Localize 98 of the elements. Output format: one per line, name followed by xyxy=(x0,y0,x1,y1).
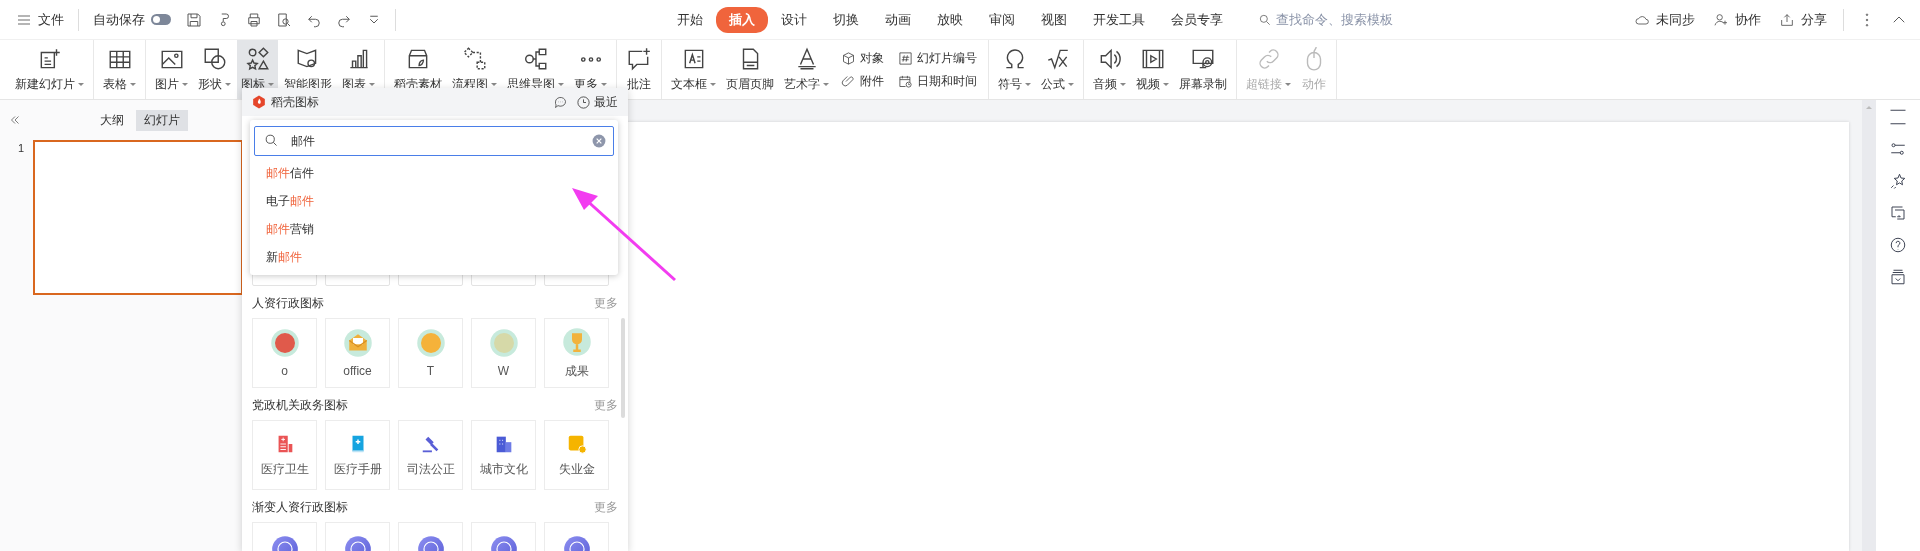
search-icon xyxy=(264,133,279,148)
side-tool-button[interactable] xyxy=(1889,268,1907,286)
circle-icon xyxy=(488,328,519,358)
pane-tab[interactable]: 大纲 xyxy=(92,109,132,131)
lines-icon xyxy=(1889,108,1907,126)
suggestion-item[interactable]: 电子邮件 xyxy=(254,187,614,215)
clear-button[interactable] xyxy=(592,134,606,148)
ribbon-tab[interactable]: 审阅 xyxy=(976,6,1028,33)
file-menu-button[interactable]: 文件 xyxy=(14,8,66,31)
account-action[interactable]: 分享 xyxy=(1777,8,1829,31)
icon-card[interactable]: 司法公正 xyxy=(398,420,463,490)
side-tool-button[interactable] xyxy=(1889,108,1907,126)
pane-tab[interactable]: 幻灯片 xyxy=(136,109,188,131)
chat-bubble-icon xyxy=(553,94,568,110)
print-preview-icon[interactable] xyxy=(275,10,293,29)
icon-card[interactable]: 失业金 xyxy=(544,420,609,490)
icon-card[interactable]: 医疗手册 xyxy=(325,420,390,490)
ribbon-tab[interactable]: 切换 xyxy=(820,6,872,33)
account-action[interactable]: 未同步 xyxy=(1632,8,1697,31)
cube-icon xyxy=(841,50,856,66)
icon-card[interactable]: T xyxy=(398,318,463,388)
side-tool-button[interactable] xyxy=(1889,172,1907,190)
flame-logo-icon xyxy=(252,95,266,109)
ribbon-button[interactable]: 公式 xyxy=(1037,40,1078,99)
icon-card[interactable]: 城市文化 xyxy=(471,420,536,490)
ribbon-button[interactable]: 符号 xyxy=(994,40,1035,99)
clear-icon xyxy=(592,134,606,148)
slide-number: 1 xyxy=(18,141,26,154)
icon-search-field[interactable]: 邮件 xyxy=(254,126,614,156)
envelope-icon xyxy=(342,328,373,358)
scrollbar[interactable] xyxy=(1862,100,1876,551)
print-icon[interactable] xyxy=(245,10,263,29)
suggestion-item[interactable]: 邮件信件 xyxy=(254,159,614,187)
mind-map-icon xyxy=(522,46,549,72)
ribbon-button[interactable]: 批注 xyxy=(622,40,656,99)
search-icon xyxy=(1258,12,1272,27)
screens-icon xyxy=(1889,204,1907,222)
side-tool-button[interactable] xyxy=(1889,236,1907,254)
inbox-icon xyxy=(1889,268,1907,286)
calendar-icon xyxy=(898,73,913,89)
autosave-toggle[interactable]: 自动保存 xyxy=(91,8,173,31)
trophy-icon xyxy=(561,326,592,357)
icon-card[interactable]: 成果 xyxy=(544,318,609,388)
icon-card[interactable]: office xyxy=(325,318,390,388)
ribbon-button[interactable]: 艺术字 xyxy=(780,40,833,99)
suggestion-item[interactable]: 邮件营销 xyxy=(254,215,614,243)
ribbon-button[interactable]: 日期和时间 xyxy=(896,72,979,90)
ribbon-button[interactable]: 屏幕录制 xyxy=(1175,40,1231,99)
ribbon-button[interactable]: 视频 xyxy=(1132,40,1173,99)
ribbon-button[interactable]: 幻灯片编号 xyxy=(896,49,979,67)
hash-icon xyxy=(898,50,913,66)
slide-thumbnail[interactable] xyxy=(33,140,243,295)
icon-card[interactable]: o xyxy=(252,318,317,388)
ribbon-button[interactable]: 表格 xyxy=(99,40,140,99)
sliders-icon xyxy=(1889,140,1907,158)
side-tool-button[interactable] xyxy=(1889,204,1907,222)
flowchart-icon xyxy=(461,46,488,72)
ribbon-tab[interactable]: 会员专享 xyxy=(1158,6,1236,33)
paperclip-icon xyxy=(841,73,856,89)
ribbon-tab[interactable]: 放映 xyxy=(924,6,976,33)
ribbon-button[interactable]: 形状 xyxy=(194,40,235,99)
ribbon-tab[interactable]: 设计 xyxy=(768,6,820,33)
ribbon-button[interactable]: 附件 xyxy=(839,72,886,90)
more-icon xyxy=(579,55,602,63)
icon-card[interactable]: 医疗卫生 xyxy=(252,420,317,490)
ribbon-tab[interactable]: 动画 xyxy=(872,6,924,33)
ribbon-button[interactable]: 对象 xyxy=(839,49,886,67)
share-icon xyxy=(1779,11,1795,28)
circle-icon xyxy=(415,328,446,358)
ribbon-button[interactable]: 新建幻灯片 xyxy=(11,40,88,99)
panel-scrollbar[interactable] xyxy=(621,318,625,418)
icon-card[interactable]: W xyxy=(471,318,536,388)
ribbon-button[interactable]: 文本框 xyxy=(667,40,720,99)
clock-icon xyxy=(576,94,591,110)
help-icon xyxy=(1889,236,1907,254)
section-title: 人资行政图标 xyxy=(252,294,324,312)
suggestion-item[interactable]: 新邮件 xyxy=(254,243,614,271)
comment-icon xyxy=(626,46,652,72)
shapes-icon xyxy=(244,46,271,72)
circle-icon xyxy=(269,328,300,358)
add-person-icon xyxy=(1713,11,1729,28)
ribbon-tab[interactable]: 开始 xyxy=(664,6,716,33)
save-icon[interactable] xyxy=(185,10,203,29)
side-tool-button[interactable] xyxy=(1889,140,1907,158)
section-title: 党政机关政务图标 xyxy=(252,396,348,414)
feedback-button[interactable] xyxy=(553,94,568,110)
ribbon-button[interactable]: 音频 xyxy=(1089,40,1130,99)
toggle-switch[interactable] xyxy=(151,14,171,25)
double-chevron-icon xyxy=(8,113,22,127)
ribbon-tab[interactable]: 视图 xyxy=(1028,6,1080,33)
section-title: 渐变人资行政图标 xyxy=(252,498,348,516)
account-action[interactable]: 协作 xyxy=(1711,8,1763,31)
collapse-pane-button[interactable] xyxy=(8,113,22,127)
ribbon-tab[interactable]: 开发工具 xyxy=(1080,6,1158,33)
recent-button[interactable]: 最近 xyxy=(576,93,618,111)
ribbon-button[interactable]: 图片 xyxy=(151,40,192,99)
star-icon xyxy=(1889,172,1907,190)
ribbon-button[interactable]: 页眉页脚 xyxy=(722,40,778,99)
